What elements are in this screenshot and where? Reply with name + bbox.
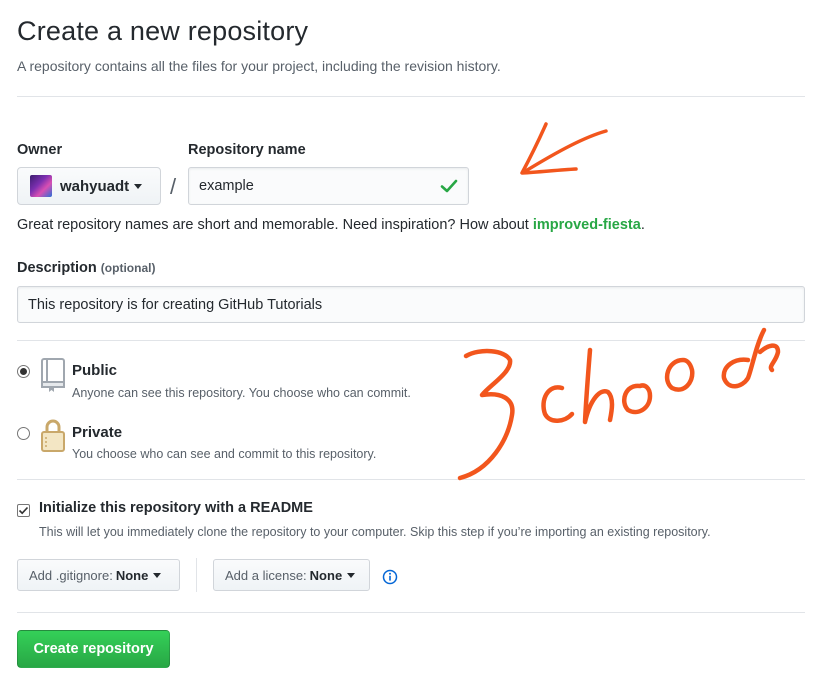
owner-dropdown[interactable]: wahyuadt bbox=[17, 167, 161, 205]
owner-name: wahyuadt bbox=[60, 177, 130, 195]
gitignore-prefix: Add .gitignore: bbox=[29, 567, 113, 583]
gitignore-dropdown[interactable]: Add .gitignore: None bbox=[17, 559, 180, 591]
public-note: Anyone can see this repository. You choo… bbox=[72, 386, 411, 400]
repository-name-hint: Great repository names are short and mem… bbox=[17, 217, 645, 233]
hint-end: . bbox=[640, 217, 645, 233]
repository-name-input[interactable] bbox=[188, 167, 469, 205]
info-icon[interactable] bbox=[382, 569, 398, 585]
caret-down-icon bbox=[153, 572, 162, 578]
page-title: Create a new repository bbox=[17, 16, 309, 46]
repo-book-icon bbox=[41, 358, 65, 392]
page-subtitle: A repository contains all the files for … bbox=[17, 58, 501, 74]
license-prefix: Add a license: bbox=[225, 567, 307, 583]
license-value: None bbox=[309, 567, 343, 583]
checkmark-icon bbox=[18, 506, 29, 515]
select-separator bbox=[196, 558, 197, 592]
lock-icon bbox=[41, 419, 65, 452]
gitignore-value: None bbox=[115, 567, 149, 583]
caret-down-icon bbox=[134, 183, 143, 189]
avatar bbox=[30, 175, 52, 197]
optional-tag: (optional) bbox=[100, 261, 156, 275]
private-radio[interactable] bbox=[17, 427, 30, 440]
handdrawn-arrow bbox=[520, 122, 608, 175]
hint-text: Great repository names are short and mem… bbox=[17, 217, 533, 233]
description-label: Description (optional) bbox=[17, 260, 155, 276]
header-divider bbox=[17, 96, 805, 97]
caret-down-icon bbox=[347, 572, 356, 578]
description-label-text: Description bbox=[17, 260, 97, 276]
footer-divider bbox=[17, 612, 805, 613]
check-icon bbox=[440, 179, 458, 193]
readme-note: This will let you immediately clone the … bbox=[39, 525, 711, 539]
public-title: Public bbox=[72, 362, 118, 379]
description-divider bbox=[17, 340, 805, 341]
create-repository-button[interactable]: Create repository bbox=[17, 630, 170, 668]
owner-repo-separator: / bbox=[170, 174, 177, 199]
description-input[interactable] bbox=[17, 286, 805, 323]
readme-checkbox[interactable] bbox=[17, 504, 30, 517]
visibility-divider bbox=[17, 479, 805, 480]
owner-label: Owner bbox=[17, 142, 63, 158]
repository-name-label: Repository name bbox=[188, 142, 306, 158]
public-radio[interactable] bbox=[17, 365, 30, 378]
private-note: You choose who can see and commit to thi… bbox=[72, 447, 377, 461]
handdrawn-choose-text bbox=[457, 327, 781, 481]
license-dropdown[interactable]: Add a license: None bbox=[213, 559, 370, 591]
private-title: Private bbox=[72, 424, 123, 441]
readme-title: Initialize this repository with a README bbox=[39, 500, 313, 516]
name-suggestion-link[interactable]: improved-fiesta bbox=[533, 217, 641, 233]
